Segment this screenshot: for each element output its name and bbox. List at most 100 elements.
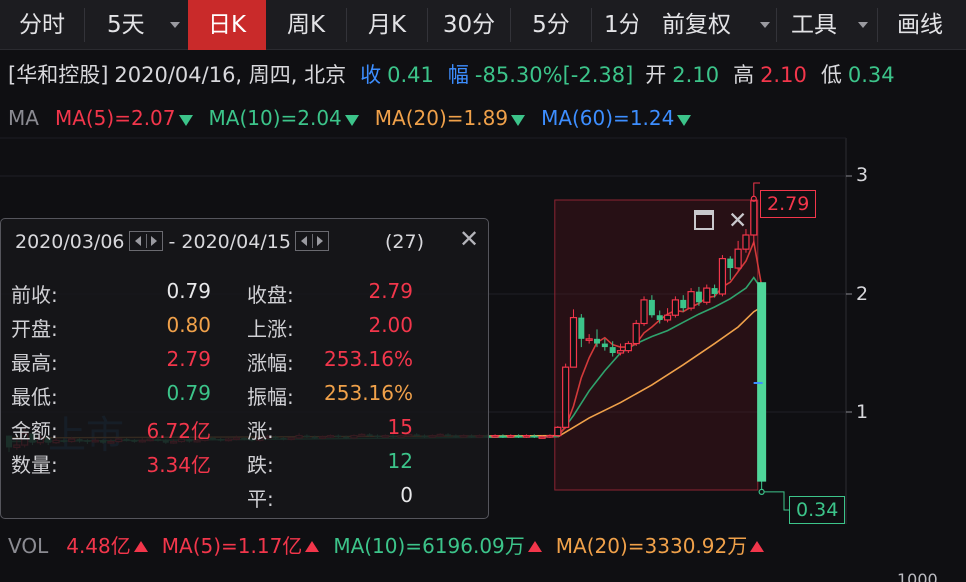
stat-label: 前收: <box>11 283 58 307</box>
ma60-value: MA(60)=1.24 <box>541 106 675 130</box>
tab-weekly-k[interactable]: 周K <box>266 0 346 50</box>
ma-label: MA <box>8 106 39 130</box>
candle-body <box>515 435 522 438</box>
low-value: 0.34 <box>847 63 895 87</box>
candle-body <box>656 315 663 320</box>
high-value: 2.10 <box>760 63 807 87</box>
stat-label: 跌: <box>247 453 274 477</box>
y-tick-label: 1 <box>856 401 869 423</box>
maximize-icon[interactable] <box>694 210 714 230</box>
stat-value: 0.79 <box>166 381 211 405</box>
candle-body <box>624 342 632 352</box>
tab-1-min[interactable]: 1分 <box>604 0 638 50</box>
chevron-down-icon[interactable] <box>760 22 770 28</box>
open-value: 2.10 <box>672 63 720 87</box>
stat-value: 15 <box>387 415 413 439</box>
candle-body <box>711 288 718 294</box>
ma-legend: MA MA(5)=2.07 MA(10)=2.04 MA(20)=1.89 MA(60)… <box>8 100 692 136</box>
ma10-value: MA(10)=2.04 <box>208 106 342 130</box>
stat-value: 0.80 <box>166 313 211 337</box>
date-from-stepper[interactable] <box>128 231 163 251</box>
volume-legend: VOL 4.48亿 MA(5)=1.17亿 MA(10)=6196.09万 MA(20)… <box>8 528 765 564</box>
interval-stats-panel: 2020/03/06 - 2020/04/15 (27) ✕ 前收: 0.79 收盘:… <box>0 218 489 519</box>
vol-ma5: MA(5)=1.17亿 <box>161 534 303 558</box>
arrow-right-icon <box>316 236 323 246</box>
stock-name: [华和控股] <box>8 63 109 87</box>
candle-body <box>594 338 600 344</box>
date-to-stepper[interactable] <box>294 231 329 251</box>
vol-ma20: MA(20)=3330.92万 <box>555 534 748 558</box>
tab-intraday[interactable]: 分时 <box>0 0 84 50</box>
arrow-left-icon <box>134 236 141 246</box>
candle-body <box>703 287 711 303</box>
candle-body <box>562 366 570 428</box>
arrow-down-icon <box>511 115 526 126</box>
stat-label: 上涨: <box>247 317 294 341</box>
high-label: 高 <box>733 63 755 87</box>
close-icon[interactable]: ✕ <box>728 208 747 234</box>
tab-30-min[interactable]: 30分 <box>428 0 510 50</box>
stat-value: 2.79 <box>368 279 413 303</box>
arrow-up-icon <box>305 541 320 552</box>
candle-body <box>671 299 680 316</box>
selection-controls: ✕ <box>694 208 747 234</box>
stat-label: 最低: <box>11 385 58 409</box>
stat-label: 收盘: <box>247 283 294 307</box>
stat-label: 振幅: <box>247 385 294 409</box>
open-label: 开 <box>645 63 667 87</box>
candle-body <box>750 200 758 236</box>
period-toolbar: 分时 5天 日K 周K 月K 30分 5分 1分 前复权 工具 画线 <box>0 0 966 50</box>
candle-body <box>578 317 585 339</box>
chevron-down-icon[interactable] <box>170 22 180 28</box>
candle-body <box>554 426 562 437</box>
candle-body <box>507 435 515 438</box>
chevron-down-icon[interactable] <box>858 22 868 28</box>
vol-value: 4.48亿 <box>66 534 131 558</box>
stat-value: 12 <box>387 449 413 473</box>
arrow-down-icon <box>178 115 193 126</box>
stat-label: 平: <box>247 487 274 511</box>
stat-value: 3.34亿 <box>146 453 211 477</box>
candle-body <box>585 338 593 341</box>
stat-label: 金额: <box>11 419 58 443</box>
candle-body <box>491 435 499 438</box>
candle-body <box>695 291 702 303</box>
ma5-value: MA(5)=2.07 <box>54 106 176 130</box>
candle-body <box>616 350 625 354</box>
low-marker <box>758 488 765 495</box>
tab-monthly-k[interactable]: 月K <box>347 0 427 50</box>
change-percent: -85.30% <box>474 63 563 87</box>
bar-count: (27) <box>385 231 425 253</box>
change-label: 幅 <box>447 63 469 87</box>
stat-label: 数量: <box>11 453 58 477</box>
y-tick-label: 2 <box>856 283 869 305</box>
selection-high-label: 2.79 <box>760 190 817 218</box>
toolbar-divider <box>591 8 592 42</box>
quote-info-line: [华和控股] 2020/04/16, 周四, 北京收 0.41 幅 -85.30%[-2… <box>0 52 966 98</box>
close-icon[interactable]: ✕ <box>459 227 479 251</box>
adjust-mode-select[interactable]: 前复权 <box>640 0 768 50</box>
volume-axis-label: 1000 <box>897 570 938 582</box>
range-separator: - <box>168 231 176 253</box>
vol-ma10: MA(10)=6196.09万 <box>333 534 525 558</box>
arrow-up-icon <box>133 541 148 552</box>
close-value: 0.41 <box>387 63 434 87</box>
candle-body <box>742 234 750 250</box>
candle-body <box>663 314 672 321</box>
candle-body <box>757 282 767 482</box>
stat-value: 6.72亿 <box>146 419 211 443</box>
stat-value: 0 <box>400 483 413 507</box>
tab-daily-k[interactable]: 日K <box>188 0 266 50</box>
stat-label: 最高: <box>11 351 58 375</box>
y-tick-label: 3 <box>856 164 869 186</box>
arrow-up-icon <box>527 541 542 552</box>
candle-body <box>609 347 616 353</box>
candle-body <box>734 248 742 269</box>
tab-5-min[interactable]: 5分 <box>511 0 591 50</box>
draw-line-button[interactable]: 画线 <box>878 0 962 50</box>
candle-body <box>499 435 506 438</box>
candle-body <box>632 322 640 345</box>
arrow-down-icon <box>344 115 359 126</box>
low-leader-line <box>764 491 789 511</box>
quote-datetime: 2020/04/16, 周四, 北京 <box>114 63 347 87</box>
